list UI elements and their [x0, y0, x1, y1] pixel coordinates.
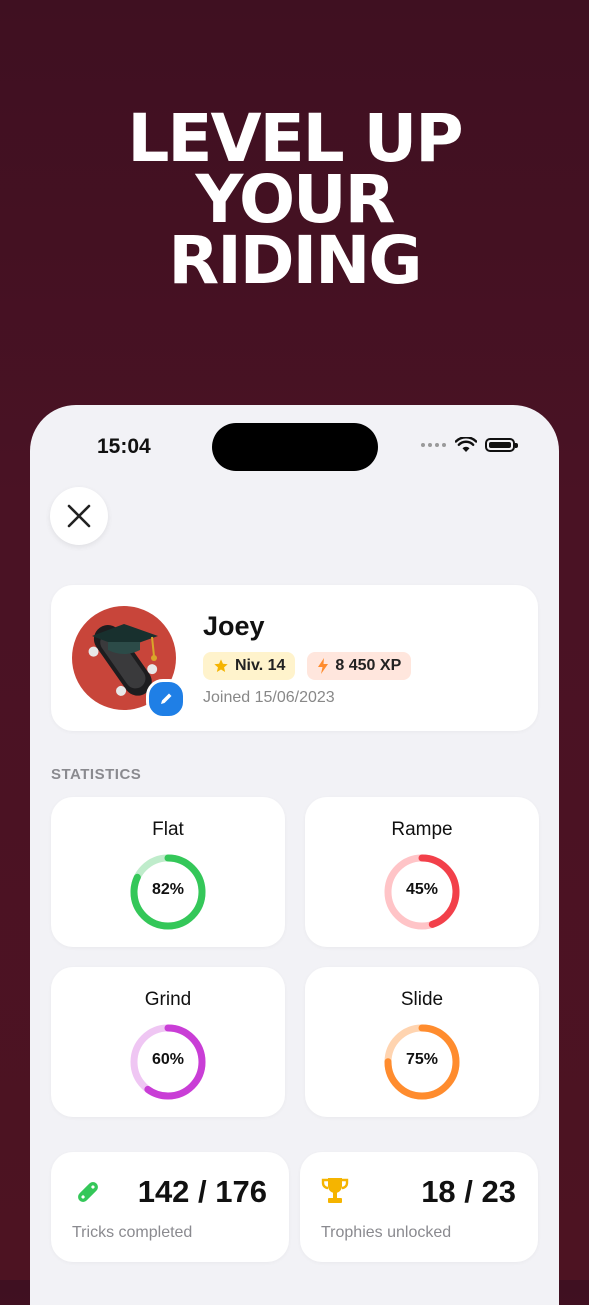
phone-screen: 15:04 Joey Niv. 14 8 450 XP Joined 15/06… — [30, 405, 559, 1305]
stat-card-flat[interactable]: Flat 82% — [51, 797, 285, 947]
battery-icon — [485, 438, 518, 452]
status-time: 15:04 — [97, 435, 151, 458]
stat-label: Rampe — [391, 819, 453, 840]
hero-headline: LEVEL UP YOUR RIDING — [0, 100, 589, 299]
stat-label: Slide — [400, 989, 444, 1010]
skateboard-icon — [78, 1182, 98, 1202]
stat-percent: 60% — [151, 1051, 185, 1068]
hero-line-3: RIDING — [168, 222, 422, 299]
xp-text: 8 450 XP — [335, 657, 402, 674]
trophies-value: 18 / 23 — [421, 1174, 516, 1209]
joined-date: Joined 15/06/2023 — [203, 689, 335, 706]
tricks-value: 142 / 176 — [137, 1174, 267, 1209]
hero-line-1: LEVEL UP — [127, 100, 463, 177]
trophies-card[interactable]: 18 / 23 Trophies unlocked — [300, 1152, 538, 1262]
stat-percent: 75% — [405, 1051, 439, 1068]
level-text: Niv. 14 — [235, 657, 286, 674]
wifi-icon — [455, 437, 477, 452]
stat-label: Grind — [144, 989, 192, 1010]
stat-percent: 45% — [405, 881, 439, 898]
dynamic-island — [212, 423, 378, 471]
tricks-caption: Tricks completed — [72, 1224, 193, 1241]
xp-badge: 8 450 XP — [307, 652, 412, 680]
edit-avatar-button[interactable] — [146, 679, 186, 719]
profile-card: Joey Niv. 14 8 450 XP Joined 15/06/2023 — [51, 585, 538, 731]
stat-label: Flat — [152, 819, 184, 840]
level-badge: Niv. 14 — [203, 652, 296, 680]
hero-line-2: YOUR — [195, 161, 396, 238]
trophies-caption: Trophies unlocked — [321, 1224, 452, 1241]
status-icons — [421, 437, 518, 453]
profile-badges: Niv. 14 8 450 XP — [203, 652, 412, 680]
signal-icon — [421, 442, 447, 448]
profile-name: Joey — [203, 611, 265, 641]
trophy-icon — [321, 1178, 349, 1203]
stat-card-slide[interactable]: Slide 75% — [305, 967, 539, 1117]
stat-card-rampe[interactable]: Rampe 45% — [305, 797, 539, 947]
statistics-title: STATISTICS — [51, 766, 142, 783]
tricks-card[interactable]: 142 / 176 Tricks completed — [51, 1152, 289, 1262]
star-icon — [214, 659, 228, 672]
stat-percent: 82% — [151, 881, 185, 898]
close-button[interactable] — [50, 487, 108, 545]
stat-card-grind[interactable]: Grind 60% — [51, 967, 285, 1117]
lightning-icon — [318, 658, 329, 674]
pencil-icon — [161, 693, 172, 704]
close-icon — [67, 504, 91, 528]
